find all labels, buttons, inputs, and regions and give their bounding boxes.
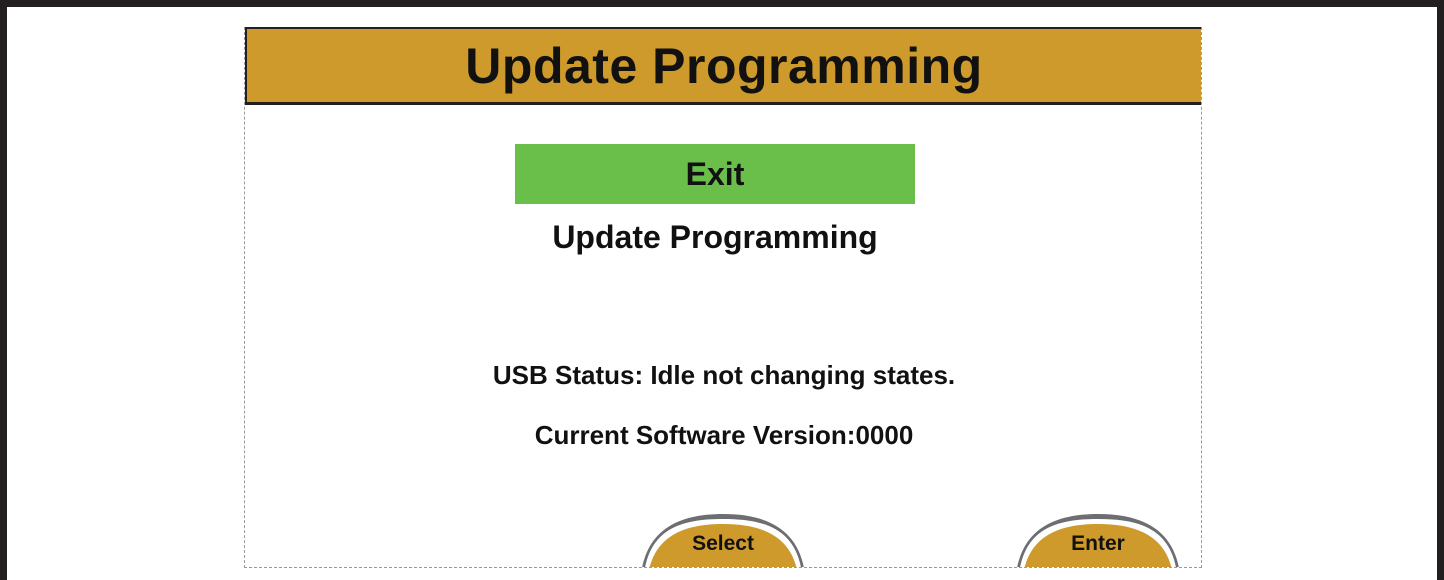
- display-screen: Update Programming Exit Update Programmi…: [244, 27, 1202, 568]
- exit-label: Exit: [685, 155, 745, 192]
- select-button[interactable]: Select: [638, 510, 808, 567]
- update-programming-menu-item[interactable]: Update Programming: [515, 212, 915, 262]
- usb-status-text: USB Status: Idle not changing states.: [492, 360, 956, 390]
- page-title: Update Programming: [465, 37, 983, 94]
- title-bar: Update Programming: [245, 27, 1201, 105]
- update-programming-label: Update Programming: [552, 218, 878, 255]
- select-button-label: Select: [692, 532, 754, 555]
- exit-menu-item[interactable]: Exit: [515, 144, 915, 204]
- software-version-text: Current Software Version:0000: [534, 420, 914, 450]
- enter-button-label: Enter: [1071, 532, 1125, 555]
- enter-button[interactable]: Enter: [1013, 510, 1183, 567]
